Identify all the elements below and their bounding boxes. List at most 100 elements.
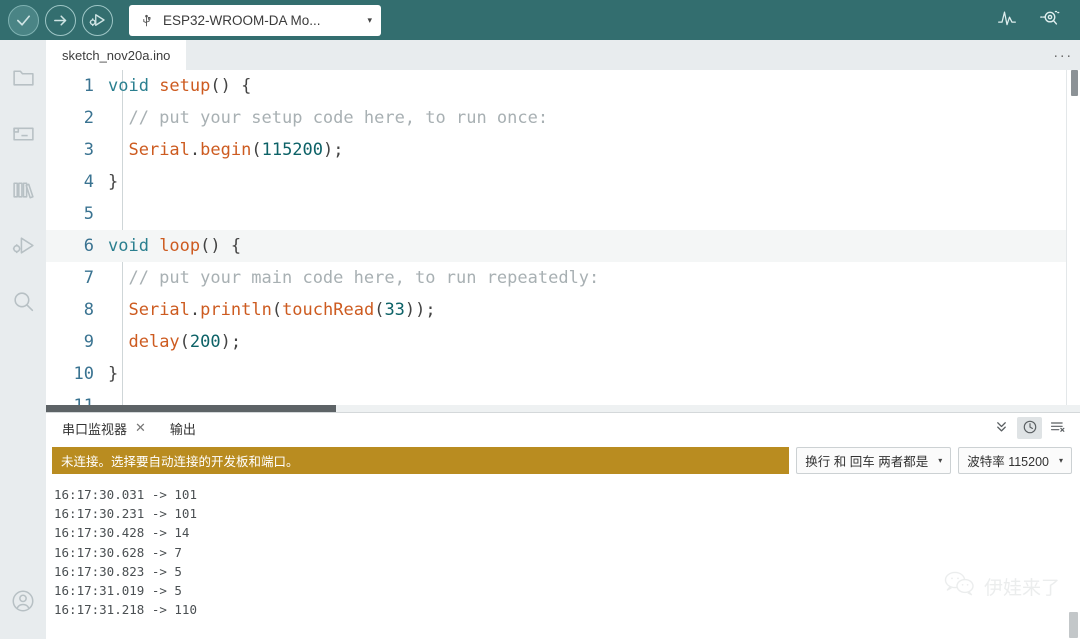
serial-output-lines: 16:17:30.031 -> 101 16:17:30.231 -> 101 16… bbox=[54, 485, 1080, 619]
editor-vertical-scroll-thumb[interactable] bbox=[1071, 70, 1078, 96]
code-token: // put your main code here, to run repea… bbox=[108, 268, 600, 288]
code-token: 33 bbox=[384, 300, 405, 320]
code-line[interactable]: 3 Serial.begin(115200); bbox=[46, 134, 1080, 166]
code-token: Serial bbox=[128, 300, 190, 320]
code-line[interactable]: 9 delay(200); bbox=[46, 326, 1080, 358]
line-text: void setup() { bbox=[108, 76, 1080, 96]
line-ending-label: 换行 和 回车 两者都是 bbox=[805, 454, 929, 469]
clear-output-button[interactable] bbox=[1045, 417, 1070, 439]
toolbar-right-actions bbox=[996, 7, 1080, 34]
code-token: loop bbox=[159, 236, 201, 256]
not-connected-warning-text: 未连接。选择要自动连接的开发板和端口。 bbox=[61, 454, 299, 469]
debug-button[interactable] bbox=[82, 4, 113, 36]
editor-horizontal-scrollbar[interactable] bbox=[46, 405, 1080, 412]
code-line[interactable]: 6 void loop() { bbox=[46, 230, 1080, 262]
sidebar-item-search[interactable] bbox=[0, 276, 46, 332]
line-text: } bbox=[108, 172, 1080, 192]
line-number: 7 bbox=[83, 268, 94, 288]
code-token: 115200 bbox=[261, 140, 324, 160]
serial-output-line: 16:17:30.231 -> 101 bbox=[54, 506, 197, 522]
line-text: } bbox=[108, 364, 1080, 384]
code-token: // put your setup code here, to run once… bbox=[108, 108, 549, 128]
line-number: 6 bbox=[83, 236, 94, 256]
serial-output-line: 16:17:30.031 -> 101 bbox=[54, 487, 197, 502]
editor-vertical-scrollbar[interactable] bbox=[1066, 70, 1080, 412]
code-editor[interactable]: 1 void setup() { 2 // put your setup code … bbox=[46, 70, 1080, 412]
upload-button[interactable] bbox=[45, 4, 76, 36]
code-token: Serial bbox=[128, 140, 190, 160]
sidebar-item-library-manager[interactable] bbox=[0, 164, 46, 220]
code-line[interactable]: 10} bbox=[46, 358, 1080, 390]
code-line[interactable]: 2 // put your setup code here, to run on… bbox=[46, 102, 1080, 134]
editor-overflow-menu-icon[interactable]: ··· bbox=[1046, 40, 1080, 70]
activity-sidebar bbox=[0, 40, 46, 639]
editor-tabbar-filler bbox=[186, 40, 1046, 70]
line-number: 3 bbox=[83, 140, 94, 160]
folder-icon bbox=[11, 65, 36, 95]
monitor-controls-bar: 未连接。选择要自动连接的开发板和端口。 换行 和 回车 两者都是 ▾ 波特率 1… bbox=[46, 443, 1080, 477]
serial-plotter-icon[interactable] bbox=[996, 8, 1018, 33]
code-line[interactable]: 4} bbox=[46, 166, 1080, 198]
code-token: touchRead bbox=[282, 300, 375, 320]
sidebar-item-debug[interactable] bbox=[0, 220, 46, 276]
line-number: 1 bbox=[83, 76, 94, 96]
editor-tab-sketch[interactable]: sketch_nov20a.ino bbox=[46, 40, 187, 70]
timestamp-button[interactable] bbox=[1017, 417, 1042, 439]
monitor-scroll-thumb[interactable] bbox=[1069, 612, 1078, 638]
line-number: 10 bbox=[73, 364, 94, 384]
code-token: ); bbox=[220, 332, 242, 352]
timestamp-icon bbox=[1022, 419, 1038, 438]
toolbar-buttons bbox=[0, 4, 113, 36]
board-name-label: ESP32-WROOM-DA Mo... bbox=[163, 12, 321, 28]
board-selector[interactable]: ESP32-WROOM-DA Mo... ▾ bbox=[129, 4, 381, 36]
editor-horizontal-scroll-thumb[interactable] bbox=[46, 405, 336, 412]
code-line[interactable]: 7 // put your main code here, to run rep… bbox=[46, 262, 1080, 294]
serial-output-line: 16:17:30.823 -> 5 bbox=[54, 563, 182, 579]
serial-monitor-icon[interactable] bbox=[1038, 7, 1062, 34]
editor-tabbar: sketch_nov20a.ino ··· bbox=[46, 40, 1080, 70]
editor-tab-label: sketch_nov20a.ino bbox=[62, 47, 171, 63]
code-token: )); bbox=[404, 300, 436, 320]
verify-button[interactable] bbox=[8, 4, 39, 36]
tab-serial-monitor-label: 串口监视器 bbox=[62, 421, 128, 437]
clear-output-icon bbox=[1049, 419, 1066, 438]
account-icon bbox=[10, 588, 36, 619]
code-token: println bbox=[200, 300, 272, 320]
autoscroll-icon bbox=[994, 419, 1009, 437]
code-token: . bbox=[189, 140, 201, 160]
line-text: Serial.begin(115200); bbox=[108, 140, 1080, 160]
line-number: 9 bbox=[83, 332, 94, 352]
code-line[interactable]: 5 bbox=[46, 198, 1080, 230]
chevron-down-icon[interactable]: ▾ bbox=[367, 15, 372, 26]
code-token: void bbox=[108, 76, 160, 96]
monitor-tool-buttons bbox=[989, 417, 1080, 439]
code-line[interactable]: 1 void setup() { bbox=[46, 70, 1080, 102]
serial-output-line: 16:17:31.218 -> 110 bbox=[54, 602, 197, 618]
tab-serial-monitor[interactable]: 串口监视器 ✕ bbox=[56, 419, 152, 438]
search-icon bbox=[11, 289, 36, 319]
code-token: ( bbox=[271, 300, 283, 320]
code-line[interactable]: 8 Serial.println(touchRead(33)); bbox=[46, 294, 1080, 326]
serial-output-area[interactable]: 16:17:30.031 -> 101 16:17:30.231 -> 101 16… bbox=[46, 477, 1080, 639]
sidebar-item-sketchbook[interactable] bbox=[0, 52, 46, 108]
code-token: . bbox=[189, 300, 201, 320]
not-connected-warning: 未连接。选择要自动连接的开发板和端口。 bbox=[52, 446, 790, 474]
line-ending-dropdown[interactable]: 换行 和 回车 两者都是 ▾ bbox=[796, 446, 952, 474]
monitor-tabbar: 串口监视器 ✕ 输出 bbox=[46, 413, 1080, 443]
code-token: ); bbox=[323, 140, 344, 160]
sidebar-item-boards-manager[interactable] bbox=[0, 108, 46, 164]
editor-panel: sketch_nov20a.ino ··· 1 void setup() { 2 /… bbox=[46, 40, 1080, 412]
autoscroll-button[interactable] bbox=[989, 417, 1014, 439]
code-token: void bbox=[108, 236, 160, 256]
chevron-down-icon: ▾ bbox=[1058, 455, 1063, 465]
baud-rate-dropdown[interactable]: 波特率 115200 ▾ bbox=[958, 446, 1072, 474]
tab-output[interactable]: 输出 bbox=[156, 419, 202, 438]
serial-monitor-panel: 串口监视器 ✕ 输出 未连接。选择要自动连接的开发板和端口。 换行 和 回车 两… bbox=[46, 412, 1080, 639]
close-icon[interactable]: ✕ bbox=[135, 420, 146, 436]
code-token: ( bbox=[251, 140, 262, 160]
baud-rate-label: 波特率 115200 bbox=[967, 454, 1049, 469]
sidebar-item-account[interactable] bbox=[0, 575, 46, 631]
boards-manager-icon bbox=[11, 121, 36, 151]
